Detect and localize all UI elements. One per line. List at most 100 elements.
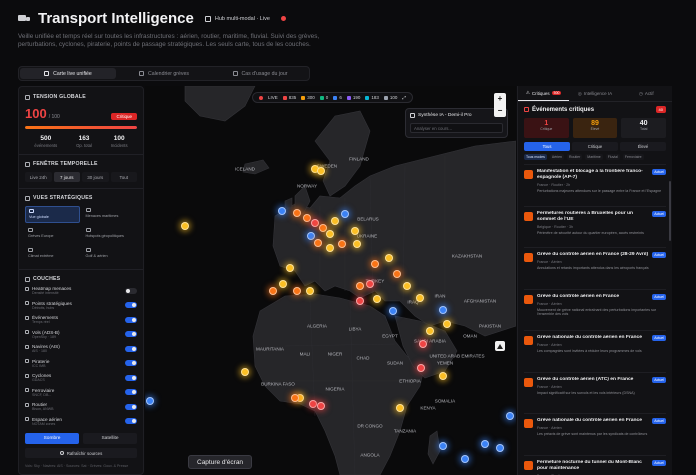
view-gulf-air[interactable]: Golf & aérien [83,246,138,263]
event-marker[interactable] [326,244,334,252]
category-chip[interactable]: Fluvial [605,154,620,160]
filter-high[interactable]: Élevé [620,142,666,151]
mode-satellite-button[interactable]: Satellite [83,433,137,444]
category-chip[interactable]: Tous modes [524,154,547,160]
event-marker[interactable] [307,232,315,240]
tab-use-case[interactable]: Cas d'usage du jour [212,68,308,79]
event-marker[interactable] [426,327,434,335]
mode-dark-button[interactable]: Sombre [25,433,79,444]
event-marker[interactable] [241,368,249,376]
filter-critical[interactable]: Critique [572,142,618,151]
layer-toggle[interactable] [125,403,137,410]
event-marker[interactable] [326,230,334,238]
tab-active[interactable]: ◷ Actif [621,86,672,101]
event-marker[interactable] [506,412,514,420]
event-marker[interactable] [417,364,425,372]
event-item[interactable]: Grève du contrôle aérien en France Actuel… [524,288,666,331]
event-marker[interactable] [341,210,349,218]
event-item[interactable]: Fermeture nocturne du tunnel du Mont-Bla… [524,454,666,475]
event-item[interactable]: Grève du contrôle aérien en France (28-2… [524,247,666,289]
event-marker[interactable] [286,264,294,272]
filter-all[interactable]: Tous [524,142,570,151]
category-chip[interactable]: Maritime [585,154,603,160]
view-climate[interactable]: Climat extrême [25,246,80,263]
event-marker[interactable] [356,297,364,305]
compass-icon[interactable] [495,341,505,351]
layer-toggle[interactable] [125,345,137,352]
event-marker[interactable] [356,282,364,290]
event-marker[interactable] [396,404,404,412]
tab-ai-intelligence[interactable]: ◎ Intelligence IA [569,86,620,101]
event-marker[interactable] [439,442,447,450]
layer-toggle[interactable] [125,360,137,367]
event-marker[interactable] [353,240,361,248]
view-hotspots[interactable]: Hotspots géopolitiques [83,226,138,243]
event-marker[interactable] [461,455,469,463]
event-item[interactable]: Grève nationale du contrôle aérien en Fr… [524,413,666,455]
event-marker[interactable] [373,295,381,303]
event-marker[interactable] [371,260,379,268]
zoom-out-button[interactable]: − [498,107,503,115]
event-marker[interactable] [303,214,311,222]
event-marker[interactable] [309,400,317,408]
ai-query-input[interactable]: Analyser en cours... [410,123,503,133]
refresh-sources-button[interactable]: Rafraîchir sources [25,448,137,458]
event-marker[interactable] [366,280,374,288]
expand-icon[interactable]: ⤢ [402,95,406,100]
time-option-24h[interactable]: Live 24h [25,172,52,182]
layer-toggle[interactable] [125,331,137,338]
event-marker[interactable] [311,219,319,227]
layer-toggle[interactable] [125,389,137,396]
severity-high[interactable]: 89 Élevé [572,118,618,138]
events-scrollbar[interactable] [669,181,671,241]
layer-toggle[interactable] [125,316,137,323]
event-marker[interactable] [393,270,401,278]
layer-toggle[interactable] [125,287,137,294]
category-chip[interactable]: Routier [567,154,583,160]
event-marker[interactable] [279,280,287,288]
screenshot-button[interactable]: Capture d'écran [188,455,253,469]
event-item[interactable]: Manifestation et blocage à la frontière … [524,164,666,206]
event-marker[interactable] [443,320,451,328]
tab-critical[interactable]: ⚠ Critiques 500 [518,86,570,101]
view-global[interactable]: Vue globale [25,206,80,223]
event-marker[interactable] [293,209,301,217]
event-marker[interactable] [314,239,322,247]
event-marker[interactable] [338,240,346,248]
event-marker[interactable] [439,372,447,380]
event-marker[interactable] [291,394,299,402]
event-marker[interactable] [306,287,314,295]
layer-toggle[interactable] [125,302,137,309]
event-marker[interactable] [351,227,359,235]
layer-toggle[interactable] [125,374,137,381]
event-item[interactable]: Grève du contrôle aérien (ATC) en France… [524,371,666,414]
event-marker[interactable] [403,282,411,290]
event-item[interactable]: Fermetures routières à Bruxelles pour un… [524,205,666,248]
event-marker[interactable] [389,307,397,315]
time-option-30d[interactable]: 30 jours [82,172,109,182]
severity-critical[interactable]: 1 Critique [524,118,569,138]
event-marker[interactable] [278,207,286,215]
event-marker[interactable] [317,167,325,175]
event-item[interactable]: Grève nationale du contrôle aérien en Fr… [524,330,666,372]
severity-total[interactable]: 40 Total [621,118,667,138]
event-marker[interactable] [419,340,427,348]
zoom-in-button[interactable]: + [498,95,503,103]
event-marker[interactable] [439,306,447,314]
tab-live-map[interactable]: Carte live unifiée [20,68,116,79]
category-chip[interactable]: Aérien [549,154,564,160]
event-marker[interactable] [146,397,154,405]
event-marker[interactable] [269,287,277,295]
time-option-7d[interactable]: 7 jours [53,172,80,182]
event-marker[interactable] [385,254,393,262]
view-maritime[interactable]: Menaces maritimes [83,206,138,223]
view-strikes[interactable]: Grèves Europe [25,226,80,243]
event-marker[interactable] [317,402,325,410]
event-marker[interactable] [416,294,424,302]
event-marker[interactable] [293,287,301,295]
layer-toggle[interactable] [125,418,137,425]
category-chip[interactable]: Ferroviaire [622,154,644,160]
tab-strike-calendar[interactable]: Calendrier grèves [116,68,212,79]
event-marker[interactable] [181,222,189,230]
event-marker[interactable] [496,444,504,452]
